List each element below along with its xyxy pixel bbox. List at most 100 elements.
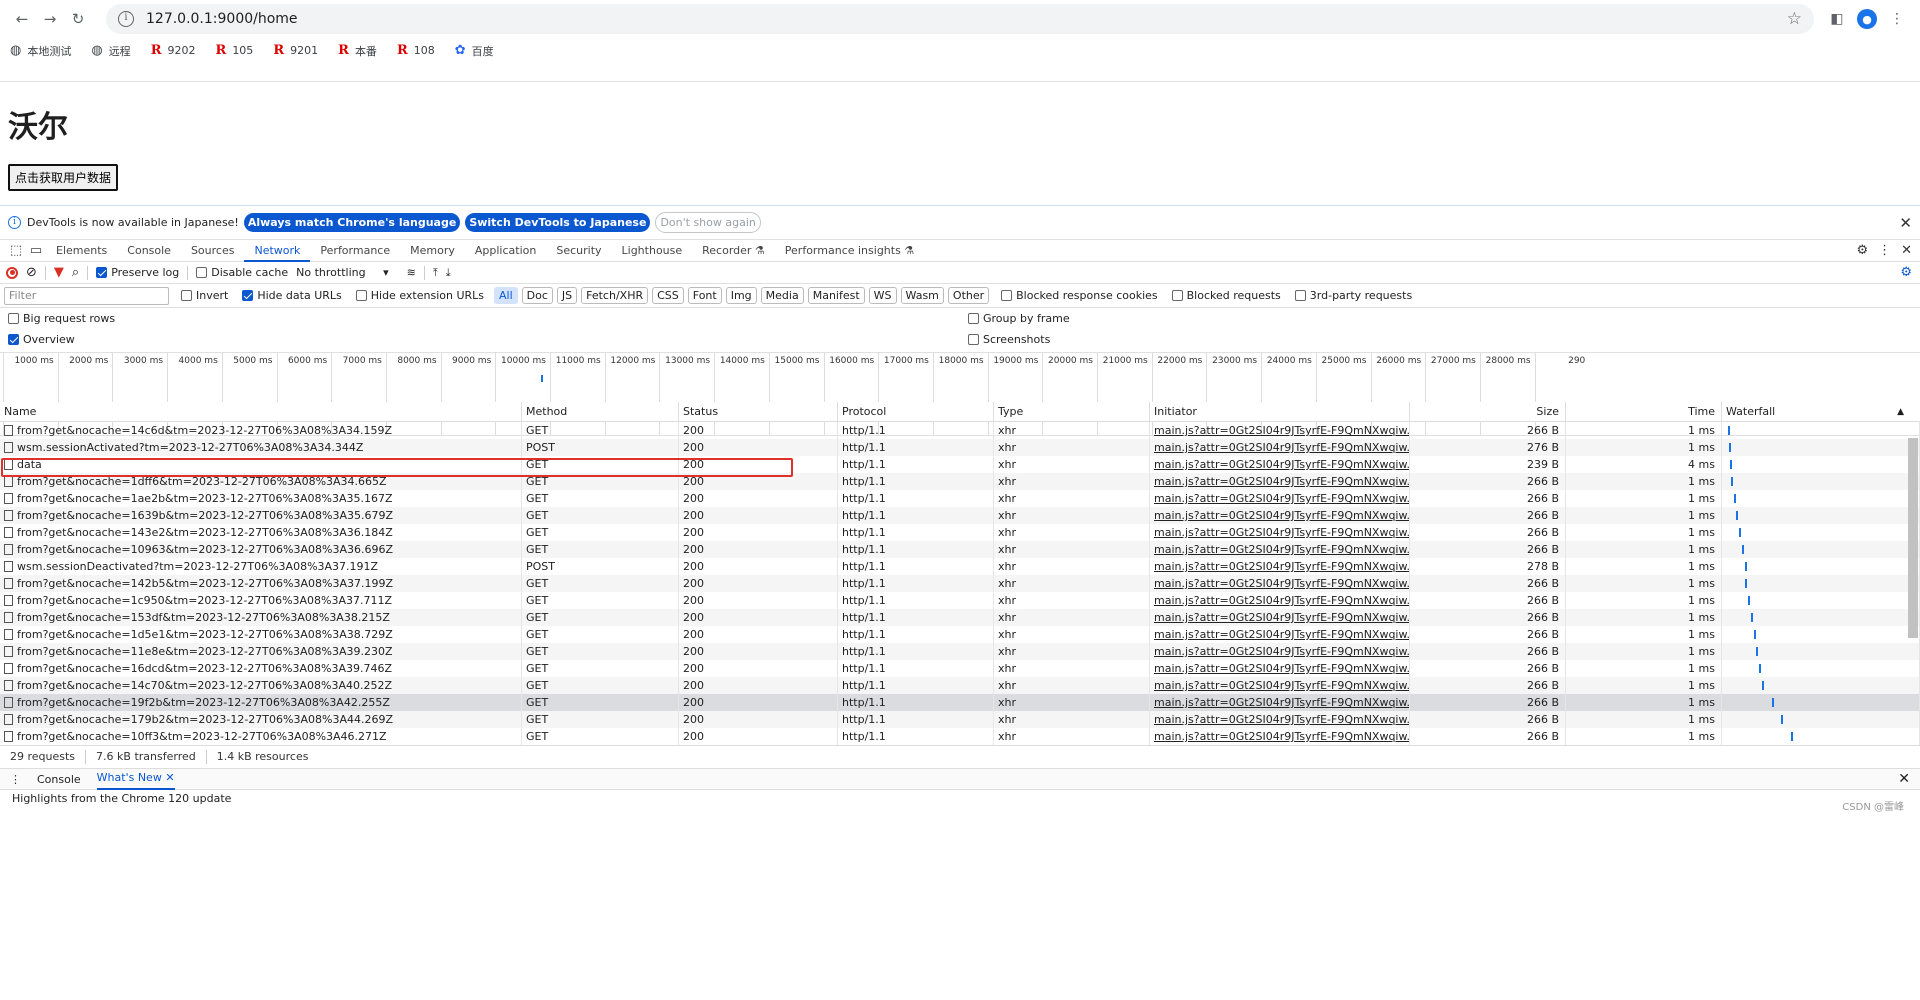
bookmark-item[interactable]: R 本番 xyxy=(338,43,377,59)
column-header-name[interactable]: Name xyxy=(0,402,522,421)
site-info-icon[interactable]: i xyxy=(118,11,134,27)
table-row[interactable]: from?get&nocache=10ff3&tm=2023-12-27T06%… xyxy=(0,728,1920,745)
search-icon[interactable]: ⌕ xyxy=(72,265,79,280)
tab-console[interactable]: Console xyxy=(117,240,181,262)
blocked-cookies-checkbox[interactable]: Blocked response cookies xyxy=(1001,289,1158,302)
filter-chip-manifest[interactable]: Manifest xyxy=(807,287,865,304)
column-header-size[interactable]: Size xyxy=(1410,402,1566,421)
back-icon[interactable]: ← xyxy=(8,5,36,33)
more-options-icon[interactable]: ⋮ xyxy=(1878,243,1891,258)
request-name-cell[interactable]: from?get&nocache=1ae2b&tm=2023-12-27T06%… xyxy=(0,490,522,507)
initiator-link[interactable]: main.js?attr=0Gt2SI04r9JTsyrfE-F9QmNXwqi… xyxy=(1154,560,1409,573)
url-text[interactable]: 127.0.0.1:9000/home xyxy=(146,11,298,27)
bookmark-star-icon[interactable]: ☆ xyxy=(1787,9,1802,29)
table-row[interactable]: from?get&nocache=143e2&tm=2023-12-27T06%… xyxy=(0,524,1920,541)
import-har-icon[interactable]: ⤒ xyxy=(433,266,438,280)
screenshots-checkbox[interactable]: Screenshots xyxy=(968,333,1050,346)
column-header-status[interactable]: Status xyxy=(679,402,838,421)
table-row[interactable]: from?get&nocache=1d5e1&tm=2023-12-27T06%… xyxy=(0,626,1920,643)
reload-icon[interactable]: ↻ xyxy=(64,5,92,33)
request-initiator-cell[interactable]: main.js?attr=0Gt2SI04r9JTsyrfE-F9QmNXwqi… xyxy=(1150,456,1410,473)
initiator-link[interactable]: main.js?attr=0Gt2SI04r9JTsyrfE-F9QmNXwqi… xyxy=(1154,645,1409,658)
preserve-log-checkbox[interactable]: Preserve log xyxy=(96,266,179,279)
request-initiator-cell[interactable]: main.js?attr=0Gt2SI04r9JTsyrfE-F9QmNXwqi… xyxy=(1150,609,1410,626)
initiator-link[interactable]: main.js?attr=0Gt2SI04r9JTsyrfE-F9QmNXwqi… xyxy=(1154,577,1409,590)
third-party-checkbox[interactable]: 3rd-party requests xyxy=(1294,289,1412,302)
initiator-link[interactable]: main.js?attr=0Gt2SI04r9JTsyrfE-F9QmNXwqi… xyxy=(1154,662,1409,675)
initiator-link[interactable]: main.js?attr=0Gt2SI04r9JTsyrfE-F9QmNXwqi… xyxy=(1154,509,1409,522)
fetch-user-data-button[interactable]: 点击获取用户数据 xyxy=(8,164,119,191)
initiator-link[interactable]: main.js?attr=0Gt2SI04r9JTsyrfE-F9QmNXwqi… xyxy=(1154,730,1409,743)
side-panel-icon[interactable]: ◧ xyxy=(1822,5,1852,33)
initiator-link[interactable]: main.js?attr=0Gt2SI04r9JTsyrfE-F9QmNXwqi… xyxy=(1154,594,1409,607)
request-initiator-cell[interactable]: main.js?attr=0Gt2SI04r9JTsyrfE-F9QmNXwqi… xyxy=(1150,439,1410,456)
scrollbar-thumb[interactable] xyxy=(1908,438,1918,638)
request-initiator-cell[interactable]: main.js?attr=0Gt2SI04r9JTsyrfE-F9QmNXwqi… xyxy=(1150,660,1410,677)
initiator-link[interactable]: main.js?attr=0Gt2SI04r9JTsyrfE-F9QmNXwqi… xyxy=(1154,492,1409,505)
table-row[interactable]: from?get&nocache=19f2b&tm=2023-12-27T06%… xyxy=(0,694,1920,711)
blocked-requests-checkbox[interactable]: Blocked requests xyxy=(1171,289,1281,302)
initiator-link[interactable]: main.js?attr=0Gt2SI04r9JTsyrfE-F9QmNXwqi… xyxy=(1154,441,1409,454)
filter-chip-doc[interactable]: Doc xyxy=(521,287,553,304)
request-name-cell[interactable]: from?get&nocache=1639b&tm=2023-12-27T06%… xyxy=(0,507,522,524)
request-initiator-cell[interactable]: main.js?attr=0Gt2SI04r9JTsyrfE-F9QmNXwqi… xyxy=(1150,473,1410,490)
request-initiator-cell[interactable]: main.js?attr=0Gt2SI04r9JTsyrfE-F9QmNXwqi… xyxy=(1150,592,1410,609)
request-name-cell[interactable]: from?get&nocache=11e8e&tm=2023-12-27T06%… xyxy=(0,643,522,660)
hide-extension-urls-checkbox[interactable]: Hide extension URLs xyxy=(355,289,484,302)
menu-icon[interactable]: ⋮ xyxy=(1882,5,1912,33)
group-by-frame-checkbox[interactable]: Group by frame xyxy=(968,312,1070,325)
request-name-cell[interactable]: from?get&nocache=10ff3&tm=2023-12-27T06%… xyxy=(0,728,522,745)
request-name-cell[interactable]: from?get&nocache=16dcd&tm=2023-12-27T06%… xyxy=(0,660,522,677)
request-name-cell[interactable]: from?get&nocache=1d5e1&tm=2023-12-27T06%… xyxy=(0,626,522,643)
table-row[interactable]: from?get&nocache=179b2&tm=2023-12-27T06%… xyxy=(0,711,1920,728)
table-row[interactable]: from?get&nocache=142b5&tm=2023-12-27T06%… xyxy=(0,575,1920,592)
request-name-cell[interactable]: from?get&nocache=19f2b&tm=2023-12-27T06%… xyxy=(0,694,522,711)
invert-checkbox[interactable]: Invert xyxy=(181,289,228,302)
request-initiator-cell[interactable]: main.js?attr=0Gt2SI04r9JTsyrfE-F9QmNXwqi… xyxy=(1150,728,1410,745)
table-row[interactable]: from?get&nocache=1c950&tm=2023-12-27T06%… xyxy=(0,592,1920,609)
filter-chip-wasm[interactable]: Wasm xyxy=(900,287,944,304)
bookmark-item[interactable]: R 105 xyxy=(216,43,254,58)
request-name-cell[interactable]: from?get&nocache=14c6d&tm=2023-12-27T06%… xyxy=(0,422,522,439)
initiator-link[interactable]: main.js?attr=0Gt2SI04r9JTsyrfE-F9QmNXwqi… xyxy=(1154,458,1409,471)
request-initiator-cell[interactable]: main.js?attr=0Gt2SI04r9JTsyrfE-F9QmNXwqi… xyxy=(1150,643,1410,660)
forward-icon[interactable]: → xyxy=(36,5,64,33)
close-devtools-icon[interactable]: ✕ xyxy=(1901,243,1912,258)
tab-security[interactable]: Security xyxy=(546,240,611,262)
tab-performance-insights[interactable]: Performance insights ⚗ xyxy=(775,240,924,262)
hide-data-urls-checkbox[interactable]: Hide data URLs xyxy=(242,289,342,302)
initiator-link[interactable]: main.js?attr=0Gt2SI04r9JTsyrfE-F9QmNXwqi… xyxy=(1154,526,1409,539)
close-infobar-icon[interactable]: ✕ xyxy=(1899,214,1912,232)
column-header-initiator[interactable]: Initiator xyxy=(1150,402,1410,421)
request-name-cell[interactable]: from?get&nocache=179b2&tm=2023-12-27T06%… xyxy=(0,711,522,728)
filter-chip-js[interactable]: JS xyxy=(556,287,578,304)
column-header-method[interactable]: Method xyxy=(522,402,679,421)
switch-language-button[interactable]: Switch DevTools to Japanese xyxy=(465,213,651,232)
filter-input[interactable]: Filter xyxy=(4,286,169,305)
drawer-menu-icon[interactable]: ⋮ xyxy=(10,773,21,786)
close-drawer-icon[interactable]: ✕ xyxy=(1898,771,1920,787)
request-name-cell[interactable]: from?get&nocache=14c70&tm=2023-12-27T06%… xyxy=(0,677,522,694)
filter-chip-other[interactable]: Other xyxy=(947,287,990,304)
filter-chip-img[interactable]: Img xyxy=(725,287,757,304)
filter-chip-all[interactable]: All xyxy=(494,287,518,304)
bookmark-item[interactable]: R 9201 xyxy=(273,43,318,58)
tab-memory[interactable]: Memory xyxy=(400,240,465,262)
initiator-link[interactable]: main.js?attr=0Gt2SI04r9JTsyrfE-F9QmNXwqi… xyxy=(1154,475,1409,488)
request-initiator-cell[interactable]: main.js?attr=0Gt2SI04r9JTsyrfE-F9QmNXwqi… xyxy=(1150,677,1410,694)
initiator-link[interactable]: main.js?attr=0Gt2SI04r9JTsyrfE-F9QmNXwqi… xyxy=(1154,696,1409,709)
table-row[interactable]: from?get&nocache=1639b&tm=2023-12-27T06%… xyxy=(0,507,1920,524)
device-toolbar-icon[interactable]: ▭ xyxy=(26,243,46,258)
profile-button[interactable]: ● xyxy=(1852,5,1882,33)
initiator-link[interactable]: main.js?attr=0Gt2SI04r9JTsyrfE-F9QmNXwqi… xyxy=(1154,713,1409,726)
record-icon[interactable] xyxy=(6,266,18,279)
initiator-link[interactable]: main.js?attr=0Gt2SI04r9JTsyrfE-F9QmNXwqi… xyxy=(1154,679,1409,692)
bookmark-item[interactable]: ◍ 本地测试 xyxy=(10,43,71,59)
request-initiator-cell[interactable]: main.js?attr=0Gt2SI04r9JTsyrfE-F9QmNXwqi… xyxy=(1150,422,1410,439)
initiator-link[interactable]: main.js?attr=0Gt2SI04r9JTsyrfE-F9QmNXwqi… xyxy=(1154,543,1409,556)
filter-chip-media[interactable]: Media xyxy=(760,287,804,304)
request-name-cell[interactable]: wsm.sessionActivated?tm=2023-12-27T06%3A… xyxy=(0,439,522,456)
request-initiator-cell[interactable]: main.js?attr=0Gt2SI04r9JTsyrfE-F9QmNXwqi… xyxy=(1150,541,1410,558)
overview-checkbox[interactable]: Overview xyxy=(8,333,75,346)
filter-chip-fetch-xhr[interactable]: Fetch/XHR xyxy=(581,287,649,304)
